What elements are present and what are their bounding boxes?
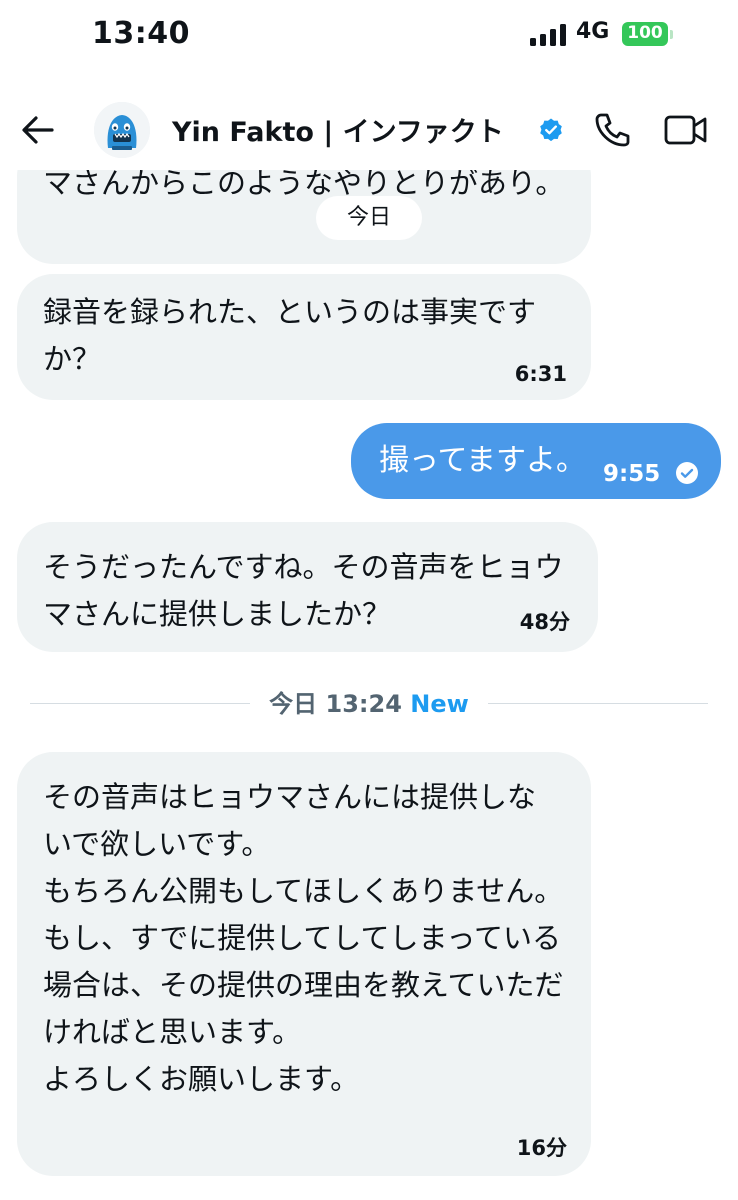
verified-badge-icon xyxy=(538,117,564,143)
status-bar: 13:40 4G 100 xyxy=(0,0,738,70)
message-timestamp: 6:31 xyxy=(514,362,567,386)
message-text: 録音を録られた、というのは事実ですか？ xyxy=(43,295,537,376)
message-bubble-outgoing[interactable]: 撮ってますよ。 9:55 xyxy=(351,423,721,499)
signal-icon xyxy=(530,24,566,46)
phone-call-icon[interactable] xyxy=(592,110,632,150)
avatar[interactable] xyxy=(94,102,150,158)
divider-date: 今日 13:24 xyxy=(269,690,402,718)
status-time: 13:40 xyxy=(92,16,190,51)
message-timestamp: 16分 xyxy=(516,1136,567,1160)
back-arrow-icon[interactable] xyxy=(18,110,58,150)
read-receipt-icon xyxy=(675,452,699,499)
battery-level: 100 xyxy=(627,23,663,43)
message-text: そうだったんですね。その音声をヒョウマさんに提供しましたか？ xyxy=(43,550,564,631)
message-meta: 9:55 xyxy=(603,448,699,499)
message-text: その音声はヒョウマさんには提供しないで欲しいです。 もちろん公開もしてほしくあり… xyxy=(43,780,564,1096)
conversation-header: Yin Fakto | インファクト xyxy=(0,90,738,170)
message-timestamp: 9:55 xyxy=(603,461,661,487)
new-messages-divider-label: 今日 13:24 New xyxy=(250,686,488,722)
message-bubble-incoming[interactable]: その音声はヒョウマさんには提供しないで欲しいです。 もちろん公開もしてほしくあり… xyxy=(17,752,591,1176)
message-timestamp: 48分 xyxy=(519,610,570,634)
new-badge: New xyxy=(410,690,469,718)
date-separator-pill: 今日 xyxy=(316,196,422,240)
video-call-icon[interactable] xyxy=(663,112,709,148)
network-type: 4G xyxy=(576,19,610,44)
battery-cap xyxy=(670,30,673,39)
battery-icon: 100 xyxy=(622,22,668,46)
message-bubble-incoming[interactable]: そうだったんですね。その音声をヒョウマさんに提供しましたか？ 48分 xyxy=(17,522,598,652)
message-bubble-incoming[interactable]: 録音を録られた、というのは事実ですか？ 6:31 xyxy=(17,274,591,400)
contact-name[interactable]: Yin Fakto | インファクト xyxy=(172,110,504,149)
